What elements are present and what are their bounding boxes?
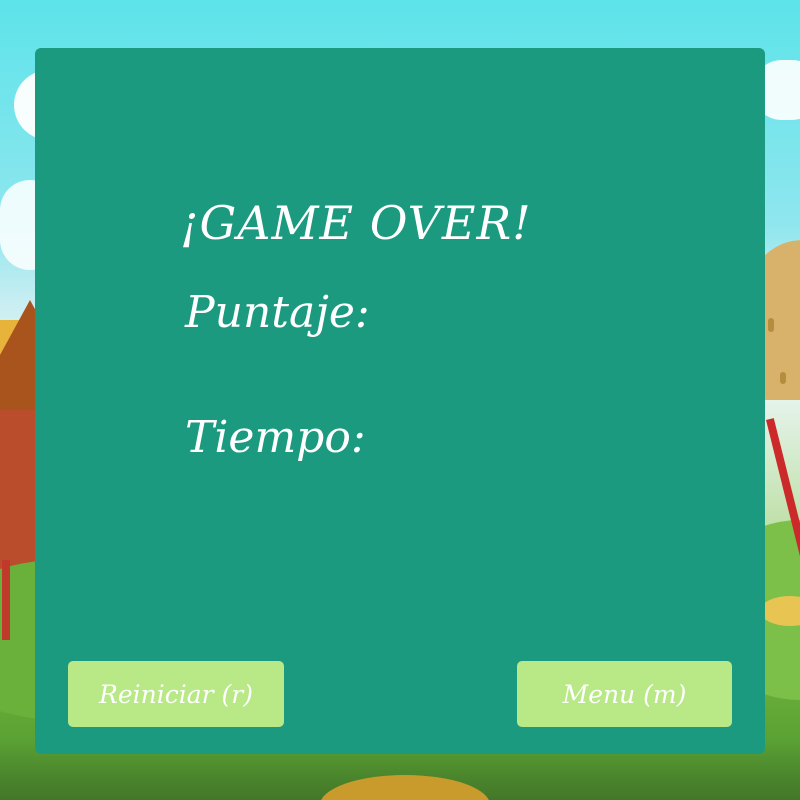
background-haystack-detail: [768, 318, 774, 332]
game-screen: ¡GAME OVER! Puntaje: Tiempo: Reiniciar (…: [0, 0, 800, 800]
score-label: Puntaje:: [185, 287, 370, 338]
background-pole: [2, 560, 10, 640]
background-haystack-detail: [780, 372, 786, 384]
restart-button[interactable]: Reiniciar (r): [68, 661, 284, 727]
game-over-panel: ¡GAME OVER! Puntaje: Tiempo: Reiniciar (…: [35, 48, 765, 754]
game-over-title: ¡GAME OVER!: [180, 196, 532, 250]
menu-button[interactable]: Menu (m): [517, 661, 732, 727]
time-label: Tiempo:: [185, 412, 366, 463]
